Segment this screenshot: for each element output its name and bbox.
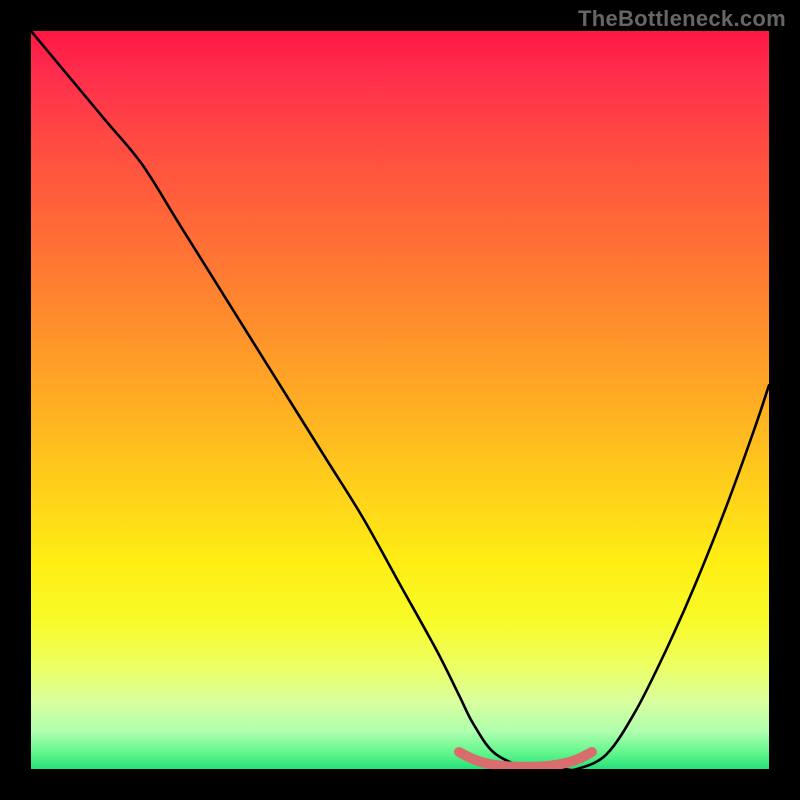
- bottleneck-curve: [31, 31, 769, 769]
- curve-layer: [31, 31, 769, 769]
- plot-area: [31, 31, 769, 769]
- chart-frame: TheBottleneck.com: [0, 0, 800, 800]
- watermark-text: TheBottleneck.com: [578, 6, 786, 32]
- sweet-spot-band: [459, 752, 592, 767]
